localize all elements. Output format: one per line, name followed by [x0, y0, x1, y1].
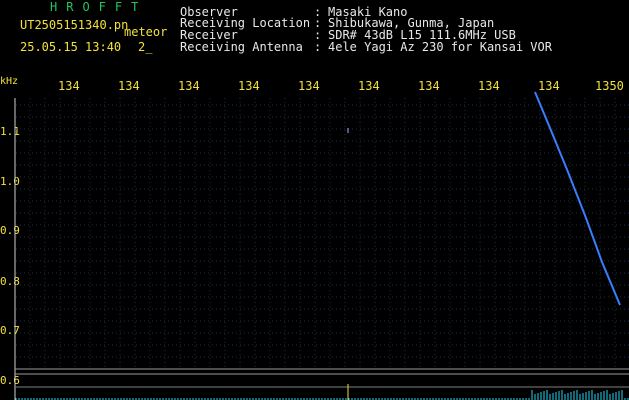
signal-strength-strip — [15, 390, 629, 400]
hrofft-window: HROFFT UT2505151340.pn meteor 25.05.15 1… — [0, 0, 629, 400]
meteor-echo-trace — [534, 91, 621, 306]
spectrogram-grid — [16, 98, 629, 368]
spectrogram-plot — [14, 91, 629, 400]
